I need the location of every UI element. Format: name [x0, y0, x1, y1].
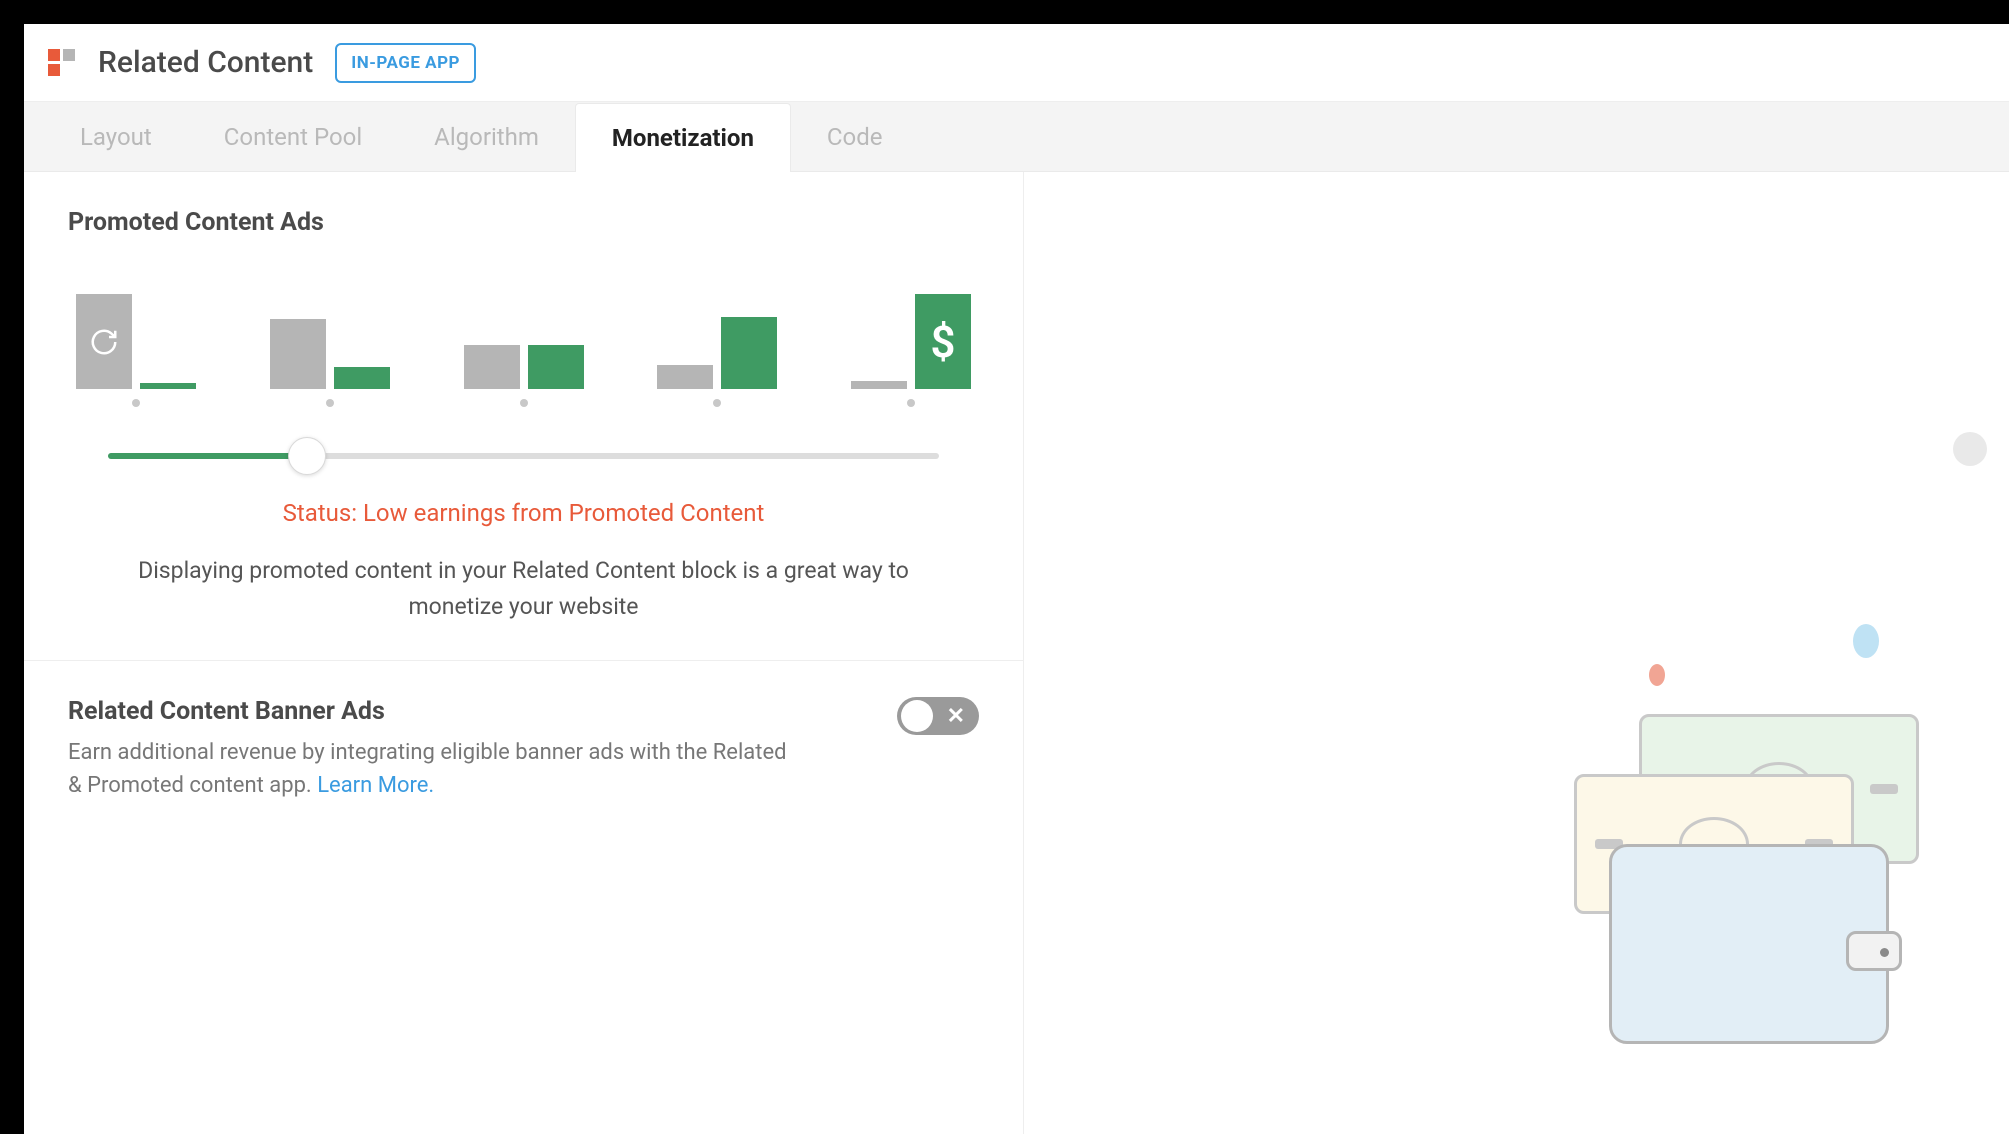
bar-grey-3 — [464, 345, 520, 389]
decor-blob-red — [1649, 664, 1665, 686]
body: Promoted Content Ads — [24, 172, 2009, 1134]
banner-ads-toggle[interactable]: ✕ — [897, 697, 979, 735]
bar-group-2 — [270, 319, 390, 389]
bar-green-3 — [528, 345, 584, 389]
tab-layout[interactable]: Layout — [44, 102, 188, 171]
preview-panel — [1024, 172, 2009, 1134]
tick-5 — [907, 399, 915, 407]
wallet — [1609, 844, 1889, 1044]
promoted-description: Displaying promoted content in your Rela… — [68, 553, 979, 624]
bar-group-4 — [657, 317, 777, 389]
decor-blob-blue — [1853, 624, 1879, 658]
banner-description: Earn additional revenue by integrating e… — [68, 736, 788, 802]
slider-thumb[interactable] — [288, 437, 326, 475]
close-icon: ✕ — [947, 704, 965, 729]
bar-green-1 — [140, 383, 196, 389]
promoted-content-section: Promoted Content Ads — [24, 172, 1023, 660]
tab-monetization[interactable]: Monetization — [575, 103, 791, 172]
bar-group-3 — [464, 345, 584, 389]
banner-ads-section: Related Content Banner Ads Earn addition… — [24, 660, 1023, 838]
tab-content-pool[interactable]: Content Pool — [188, 102, 398, 171]
slider-ticks — [68, 389, 979, 425]
tick-2 — [326, 399, 334, 407]
promoted-title: Promoted Content Ads — [68, 208, 979, 237]
tick-3 — [520, 399, 528, 407]
left-panel: Promoted Content Ads — [24, 172, 1024, 1134]
app-type-badge: IN-PAGE APP — [335, 43, 476, 83]
app-shell: Related Content IN-PAGE APP Layout Conte… — [24, 24, 2009, 1134]
bar-green-4 — [721, 317, 777, 389]
learn-more-link[interactable]: Learn More. — [317, 773, 434, 798]
dollar-icon: $ — [915, 294, 971, 389]
slider-fill — [108, 453, 307, 459]
bar-green-2 — [334, 367, 390, 389]
app-logo-icon — [48, 49, 76, 77]
bar-group-5: $ — [851, 294, 971, 389]
bar-grey-4 — [657, 365, 713, 389]
tab-bar: Layout Content Pool Algorithm Monetizati… — [24, 102, 2009, 172]
help-icon[interactable] — [1953, 432, 1987, 466]
ratio-bars: $ — [68, 269, 979, 389]
wallet-flap — [1846, 931, 1902, 971]
bar-grey-2 — [270, 319, 326, 389]
banner-title: Related Content Banner Ads — [68, 697, 788, 726]
tab-code[interactable]: Code — [791, 102, 919, 171]
tab-algorithm[interactable]: Algorithm — [398, 102, 575, 171]
titlebar: Related Content IN-PAGE APP — [24, 24, 2009, 102]
tick-4 — [713, 399, 721, 407]
status-message: Status: Low earnings from Promoted Conte… — [68, 499, 979, 527]
tick-1 — [132, 399, 140, 407]
promoted-ratio-slider[interactable] — [108, 435, 939, 475]
wallet-illustration — [1519, 604, 1949, 1034]
refresh-icon — [76, 294, 132, 389]
bar-grey-5 — [851, 381, 907, 389]
toggle-knob — [901, 700, 933, 732]
bar-group-1 — [76, 294, 196, 389]
page-title: Related Content — [98, 45, 313, 80]
